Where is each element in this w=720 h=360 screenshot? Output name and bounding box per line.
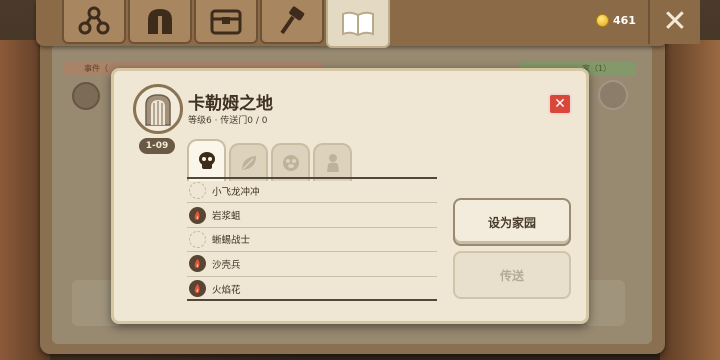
list-item[interactable]: 沙壳兵 [187, 252, 437, 277]
book-icon [342, 11, 374, 37]
tab-skill-tree[interactable] [62, 0, 126, 44]
dialog-close-button[interactable]: ✕ [548, 93, 572, 115]
top-navigation-bar: 461 ✕ [36, 0, 700, 48]
area-portrait [133, 84, 183, 134]
set-home-button[interactable]: 设为家园 [453, 198, 571, 246]
hammer-icon [280, 6, 305, 35]
tab-chest[interactable] [194, 0, 258, 44]
list-divider-bottom [187, 299, 437, 301]
fire-icon [189, 280, 206, 298]
helmet-icon [148, 9, 172, 34]
mob-list: 小飞龙冲冲 岩浆蛆 蜥蜴战士 沙壳兵 火焰花 [187, 179, 437, 301]
tab-map-book[interactable] [326, 0, 390, 48]
tab-helmet[interactable] [128, 0, 192, 44]
leaf-icon [241, 156, 256, 170]
area-subtitle: 等级6 · 传送门0 / 0 [188, 116, 268, 126]
fire-icon [189, 255, 206, 273]
background-wall-right [660, 40, 720, 360]
list-item[interactable]: 岩浆蛆 [187, 203, 437, 228]
close-x-icon: ✕ [662, 4, 688, 39]
close-menu-button[interactable]: ✕ [648, 0, 700, 44]
mob-name: 沙壳兵 [212, 259, 241, 271]
empty-slot-icon [189, 230, 206, 248]
area-title: 卡勒姆之地 [188, 94, 273, 114]
chest-icon [210, 9, 242, 35]
paw-icon [282, 155, 299, 171]
tab-plants[interactable] [229, 143, 268, 181]
skull-icon [198, 152, 215, 169]
tab-npc[interactable] [313, 143, 352, 181]
person-icon [326, 154, 339, 172]
fire-icon [189, 206, 206, 224]
mob-name: 蜥蜴战士 [212, 235, 251, 247]
tab-craft[interactable] [260, 0, 324, 44]
coin-counter: 461 [596, 14, 636, 27]
gate-icon [145, 94, 171, 126]
list-item[interactable]: 蜥蜴战士 [187, 228, 437, 253]
mob-name: 岩浆蛆 [212, 211, 241, 223]
category-tabs [187, 139, 352, 181]
level-range-badge: 1-09 [139, 138, 175, 154]
empty-slot-icon [189, 182, 206, 200]
coin-icon [596, 14, 609, 27]
coin-count: 461 [613, 14, 636, 27]
tab-creatures[interactable] [271, 143, 310, 181]
tree-icon [78, 6, 110, 35]
close-icon: ✕ [554, 96, 566, 112]
area-info-dialog: 1-09 卡勒姆之地 等级6 · 传送门0 / 0 ✕ 小飞龙冲冲 岩浆蛆 蜥蜴… [111, 68, 589, 324]
teleport-button[interactable]: 传送 [453, 251, 571, 299]
tab-monsters[interactable] [187, 139, 226, 181]
mob-name: 小飞龙冲冲 [212, 186, 260, 198]
list-item[interactable]: 火焰花 [187, 277, 437, 301]
list-item[interactable]: 小飞龙冲冲 [187, 179, 437, 204]
mob-name: 火焰花 [212, 284, 241, 296]
